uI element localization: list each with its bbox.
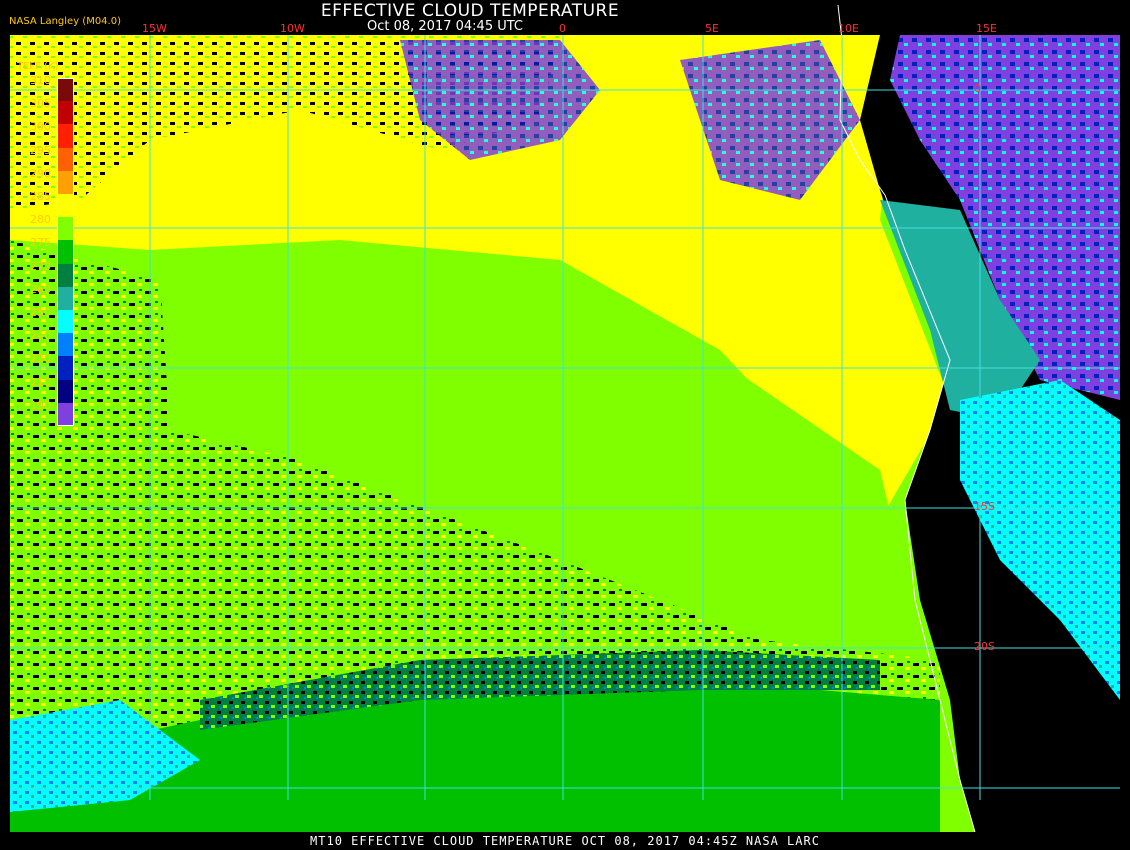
legend-label: 300 (30, 120, 51, 134)
longitude-label: 5E (705, 22, 719, 35)
longitude-label: 15E (976, 22, 997, 35)
legend-label: 260 (30, 282, 51, 296)
latitude-label: 15S (974, 500, 995, 513)
legend-label: 285 (30, 190, 51, 203)
longitude-label: 15W (142, 22, 167, 35)
legend-label: 210 (30, 375, 51, 389)
legend-label: 270 (30, 259, 51, 273)
longitude-label: 10E (838, 22, 859, 35)
legend-title: TEFF (K) (17, 61, 59, 72)
legend-frame (57, 78, 74, 426)
legend-label: 250 (30, 306, 51, 319)
legend-label: 295 (30, 143, 51, 157)
satellite-cloud-temperature-map (10, 4, 1120, 833)
longitude-label: 0 (559, 22, 566, 35)
longitude-label: 10W (280, 22, 305, 35)
legend-label: 290 (30, 166, 51, 180)
map-timestamp: Oct 08, 2017 04:45 UTC (367, 19, 523, 34)
legend-label: 310 (30, 74, 51, 87)
producer-label: NASA Langley (M04.0) (9, 16, 121, 27)
latitude-label: 20S (974, 640, 995, 653)
legend-label: 280 (30, 213, 51, 227)
legend-label: 275 (30, 236, 51, 250)
legend-label: 305 (30, 97, 51, 111)
legend-label: 240 (30, 329, 51, 343)
footer-caption: MT10 EFFECTIVE CLOUD TEMPERATURE OCT 08,… (310, 834, 820, 848)
map-title: EFFECTIVE CLOUD TEMPERATURE (320, 1, 620, 21)
legend-label: 230 (30, 352, 51, 366)
legend-label: 190 (30, 398, 51, 412)
latitude-label: 0 (974, 82, 981, 95)
